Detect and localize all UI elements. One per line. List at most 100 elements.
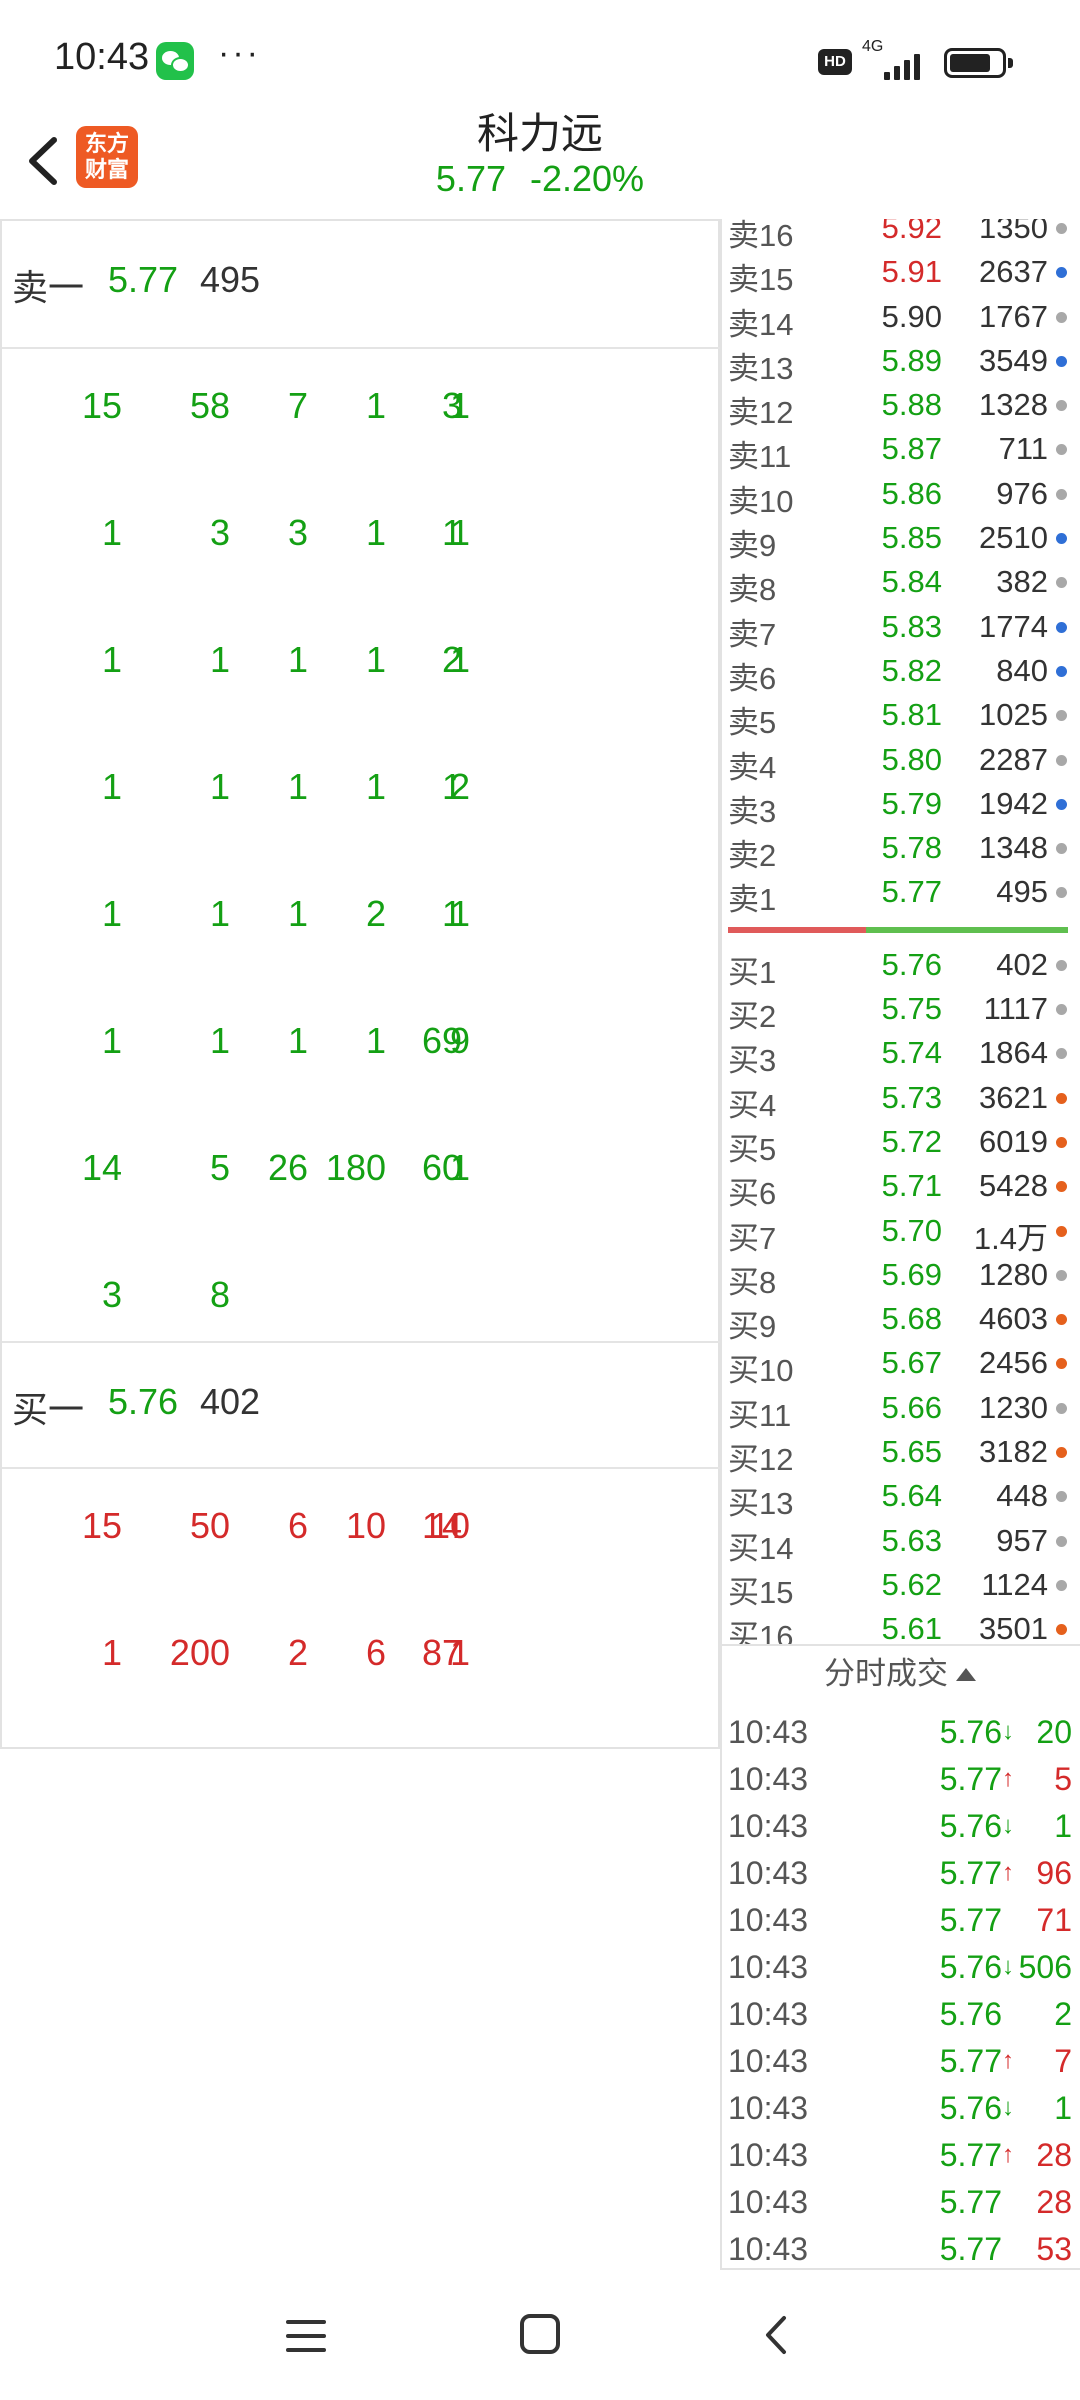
- sell-level-volume: 495: [200, 259, 261, 300]
- bids-price: 5.61: [881, 1611, 942, 1644]
- bids-row[interactable]: 买2 5.75 1117: [722, 987, 1077, 1034]
- stock-name: 科力远: [476, 110, 603, 157]
- trade-volume: 7: [1054, 2043, 1072, 2079]
- network-label: 4G: [862, 38, 884, 55]
- asks-volume: 1348: [979, 830, 1048, 866]
- asks-price: 5.78: [881, 830, 942, 866]
- bids-volume: 1124: [981, 1566, 1048, 1602]
- asks-price: 5.87: [881, 431, 942, 467]
- bids-volume: 1864: [979, 1035, 1048, 1071]
- asks-row[interactable]: 卖11 5.87 711: [722, 427, 1077, 474]
- bids-row[interactable]: 买16 5.61 3501: [722, 1607, 1077, 1644]
- asks-price: 5.91: [881, 254, 942, 290]
- asks-volume: 382: [996, 564, 1048, 600]
- bids-row[interactable]: 买1 5.76 402: [722, 943, 1077, 990]
- asks-row[interactable]: 卖7 5.83 1774: [722, 605, 1077, 652]
- bids-row[interactable]: 买10 5.67 2456: [722, 1341, 1077, 1388]
- trade-time: 10:43: [728, 1855, 809, 1891]
- queue-row: 111121: [2, 603, 720, 730]
- bids-price: 5.71: [881, 1168, 942, 1204]
- trade-time: 10:43: [728, 2184, 809, 2220]
- app-logo[interactable]: 东方财富: [76, 126, 138, 188]
- bids-row[interactable]: 买9 5.68 4603: [722, 1297, 1077, 1344]
- trade-volume: 96: [1036, 1855, 1072, 1891]
- bids-row[interactable]: 买7 5.70 1.4万: [722, 1209, 1077, 1256]
- bids-row[interactable]: 买3 5.74 1864: [722, 1031, 1077, 1078]
- bids-row[interactable]: 买5 5.72 6019: [722, 1120, 1077, 1167]
- trade-price: 5.77: [939, 2043, 1002, 2079]
- trade-row: 10:43 5.76 ↓ 1: [722, 2086, 1078, 2133]
- bids-price: 5.74: [881, 1035, 942, 1071]
- buy-level-volume: 402: [200, 1381, 261, 1422]
- asks-row[interactable]: 卖6 5.82 840: [722, 649, 1077, 696]
- asks-volume: 1942: [979, 785, 1048, 821]
- trades-header[interactable]: 分时成交: [722, 1646, 1078, 1702]
- bids-row[interactable]: 买14 5.63 957: [722, 1519, 1077, 1566]
- trade-row: 10:43 5.76 2: [722, 1992, 1078, 2039]
- asks-row[interactable]: 卖3 5.79 1942: [722, 782, 1077, 829]
- bids-row[interactable]: 买8 5.69 1280: [722, 1253, 1077, 1300]
- asks-row[interactable]: 卖5 5.81 1025: [722, 693, 1077, 740]
- asks-row[interactable]: 卖9 5.85 2510: [722, 516, 1077, 563]
- bids-price: 5.67: [881, 1345, 942, 1381]
- trade-time: 10:43: [728, 2043, 809, 2079]
- asks-row[interactable]: 卖14 5.90 1767: [722, 295, 1077, 342]
- sell-queue-grid: 15 58 7 1 3 1 1 3 3 1 1 1 1 1 1 1 2 1 1 1 1 1 1 2 1 1 1 2 1 1 1 1 1 1 69 9 1…: [2, 349, 720, 1365]
- asks-row[interactable]: 卖8 5.84 382: [722, 560, 1077, 607]
- stock-header: 东方财富 科力远 5.77 -2.20%: [0, 96, 1080, 220]
- status-dot-icon: [1056, 1269, 1067, 1281]
- bids-label: 买12: [728, 1442, 794, 1478]
- trades-panel[interactable]: 分时成交 10:43 5.76 ↓ 20 10:43 5.77 ↑ 5 10:43 5.76 ↓ 1 1…: [720, 1644, 1080, 2270]
- asks-row[interactable]: 卖13 5.89 3549: [722, 339, 1077, 386]
- bids-price: 5.70: [881, 1212, 942, 1248]
- trade-time: 10:43: [728, 1996, 809, 2032]
- bids-label: 买5: [728, 1131, 777, 1167]
- trade-price: 5.77: [939, 2231, 1002, 2267]
- bids-label: 买7: [728, 1220, 777, 1256]
- status-dot-icon: [1056, 710, 1067, 722]
- bids-label: 买14: [728, 1530, 794, 1566]
- asks-row[interactable]: 卖15 5.91 2637: [722, 250, 1077, 297]
- asks-row[interactable]: 卖10 5.86 976: [722, 472, 1077, 519]
- order-book[interactable]: 卖16 5.92 1350 卖15 5.91 2637 卖14 5.90 1767 卖13 5.89…: [720, 219, 1080, 1644]
- trade-volume: 1: [1054, 1808, 1072, 1844]
- asks-row[interactable]: 卖1 5.77 495: [722, 870, 1077, 917]
- trade-time: 10:43: [728, 1949, 809, 1985]
- asks-label: 卖13: [728, 350, 794, 386]
- buy-level-row[interactable]: 买一 5.76 402: [2, 1341, 720, 1469]
- bids-label: 买8: [728, 1264, 777, 1300]
- asks-row[interactable]: 卖2 5.78 1348: [722, 826, 1077, 873]
- bids-row[interactable]: 买11 5.66 1230: [722, 1386, 1077, 1433]
- bids-volume: 957: [996, 1522, 1048, 1558]
- bids-row[interactable]: 买12 5.65 3182: [722, 1430, 1077, 1477]
- menu-icon[interactable]: [286, 2320, 326, 2352]
- asks-row[interactable]: 卖4 5.80 2287: [722, 738, 1077, 785]
- trade-price: 5.76: [939, 1996, 1002, 2032]
- bids-price: 5.75: [881, 991, 942, 1027]
- bids-row[interactable]: 买4 5.73 3621: [722, 1076, 1077, 1123]
- status-dot-icon: [1056, 355, 1067, 367]
- bids-row[interactable]: 买15 5.62 1124: [722, 1563, 1077, 1610]
- bids-volume: 6019: [979, 1123, 1048, 1159]
- status-dot-icon: [1056, 1004, 1067, 1016]
- trade-price: 5.76: [939, 1714, 1002, 1750]
- asks-volume: 3549: [979, 342, 1048, 378]
- nav-back-icon[interactable]: [756, 2310, 796, 2360]
- asks-volume: 2287: [979, 741, 1048, 777]
- asks-row[interactable]: 卖12 5.88 1328: [722, 383, 1077, 430]
- asks-label: 卖4: [728, 749, 777, 785]
- home-icon[interactable]: [520, 2314, 560, 2354]
- asks-price: 5.84: [881, 564, 942, 600]
- asks-row[interactable]: 卖16 5.92 1350: [722, 219, 1077, 253]
- signal-icon: 4G: [862, 38, 932, 80]
- bids-row[interactable]: 买6 5.71 5428: [722, 1164, 1077, 1211]
- trade-price: 5.76: [939, 2090, 1002, 2126]
- trade-price: 5.76: [939, 1949, 1002, 1985]
- bids-row[interactable]: 买13 5.64 448: [722, 1474, 1077, 1521]
- asks-volume: 1350: [979, 219, 1048, 245]
- bids-volume: 1230: [979, 1389, 1048, 1425]
- status-dot-icon: [1056, 1579, 1067, 1591]
- trade-volume: 28: [1036, 2184, 1072, 2220]
- back-button[interactable]: [16, 126, 76, 196]
- sell-level-row[interactable]: 卖一 5.77 495: [2, 221, 720, 349]
